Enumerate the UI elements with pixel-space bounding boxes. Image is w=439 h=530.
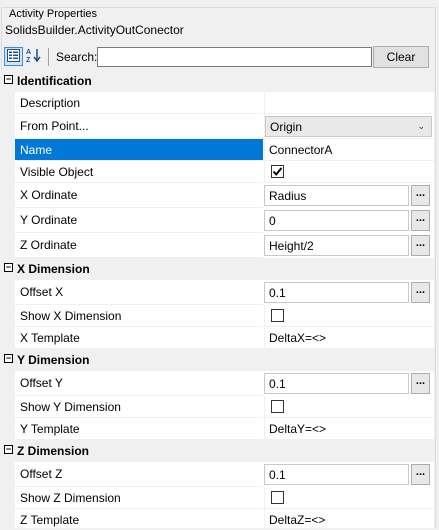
property-name: Z Ordinate [15, 233, 263, 258]
property-name: Y Template [15, 418, 263, 440]
z-ordinate-ellipsis-button[interactable]: ... [411, 235, 430, 256]
property-name: Show Z Dimension [15, 487, 263, 509]
property-name: Offset Z [15, 462, 263, 487]
show-y-dimension-checkbox[interactable] [271, 400, 284, 413]
property-row-description[interactable]: Description [1, 92, 434, 114]
property-row-offset-x[interactable]: Offset X 0.1 ... [1, 280, 434, 305]
property-name: Z Template [15, 509, 263, 528]
group-title: Activity Properties [7, 8, 100, 21]
selected-object-name: SolidsBuilder.ActivityOutConector [5, 23, 184, 37]
collapse-icon[interactable]: − [4, 75, 13, 84]
property-row-from-point[interactable]: From Point... Origin ⌄ [1, 114, 434, 139]
property-name: Show X Dimension [15, 305, 263, 327]
category-x-dimension[interactable]: − X Dimension [1, 258, 434, 280]
property-name: Offset Y [15, 371, 263, 396]
y-ordinate-field[interactable]: 0 [264, 210, 409, 231]
property-row-offset-y[interactable]: Offset Y 0.1 ... [1, 371, 434, 396]
svg-text:Z: Z [26, 57, 31, 63]
property-name: Name [15, 139, 263, 161]
categorized-view-button[interactable] [4, 47, 23, 66]
z-ordinate-field[interactable]: Height/2 [264, 235, 409, 256]
property-row-x-ordinate[interactable]: X Ordinate Radius ... [1, 183, 434, 208]
category-label: X Dimension [17, 262, 90, 276]
property-row-offset-z[interactable]: Offset Z 0.1 ... [1, 462, 434, 487]
checkmark-icon [272, 167, 283, 176]
property-value[interactable]: DeltaY=<> [264, 418, 434, 440]
property-value[interactable]: ConnectorA [264, 139, 434, 161]
offset-x-field[interactable]: 0.1 [264, 282, 409, 303]
property-name: X Ordinate [15, 183, 263, 208]
offset-y-field[interactable]: 0.1 [264, 373, 409, 394]
search-label: Search: [56, 50, 98, 64]
categorized-view-icon [7, 48, 20, 65]
x-ordinate-ellipsis-button[interactable]: ... [411, 185, 430, 206]
property-value[interactable] [264, 92, 434, 114]
offset-z-field[interactable]: 0.1 [264, 464, 409, 485]
property-row-visible-object[interactable]: Visible Object [1, 161, 434, 183]
offset-z-ellipsis-button[interactable]: ... [411, 464, 430, 485]
property-row-name[interactable]: Name ConnectorA [1, 139, 434, 161]
category-z-dimension[interactable]: − Z Dimension [1, 440, 434, 462]
property-name: Description [15, 92, 263, 114]
visible-object-checkbox[interactable] [271, 165, 284, 178]
svg-text:A: A [26, 49, 31, 56]
property-name: Show Y Dimension [15, 396, 263, 418]
property-name: Offset X [15, 280, 263, 305]
toolbar-separator [48, 48, 49, 66]
category-identification[interactable]: − Identification [1, 70, 434, 92]
search-input[interactable] [97, 47, 372, 67]
property-row-x-template[interactable]: X Template DeltaX=<> [1, 327, 434, 349]
show-z-dimension-checkbox[interactable] [271, 491, 284, 504]
property-name: Visible Object [15, 161, 263, 183]
offset-y-ellipsis-button[interactable]: ... [411, 373, 430, 394]
property-value[interactable]: DeltaZ=<> [264, 509, 434, 528]
chevron-down-icon: ⌄ [417, 121, 425, 131]
category-label: Y Dimension [17, 353, 90, 367]
property-row-y-ordinate[interactable]: Y Ordinate 0 ... [1, 208, 434, 233]
property-row-z-ordinate[interactable]: Z Ordinate Height/2 ... [1, 233, 434, 258]
collapse-icon[interactable]: − [4, 445, 13, 454]
property-row-z-template[interactable]: Z Template DeltaZ=<> [1, 509, 434, 528]
show-x-dimension-checkbox[interactable] [271, 309, 284, 322]
property-name: From Point... [15, 114, 263, 139]
property-name: Y Ordinate [15, 208, 263, 233]
from-point-dropdown[interactable]: Origin ⌄ [265, 116, 432, 137]
property-row-show-x-dimension[interactable]: Show X Dimension [1, 305, 434, 327]
dropdown-value: Origin [270, 119, 303, 134]
category-label: Z Dimension [17, 444, 90, 458]
alphabetical-sort-button[interactable]: A Z [24, 47, 43, 66]
category-y-dimension[interactable]: − Y Dimension [1, 349, 434, 371]
category-label: Identification [17, 74, 92, 88]
clear-button[interactable]: Clear [373, 46, 429, 68]
property-row-y-template[interactable]: Y Template DeltaY=<> [1, 418, 434, 440]
property-row-show-y-dimension[interactable]: Show Y Dimension [1, 396, 434, 418]
property-value[interactable]: DeltaX=<> [264, 327, 434, 349]
property-name: X Template [15, 327, 263, 349]
x-ordinate-field[interactable]: Radius [264, 185, 409, 206]
collapse-icon[interactable]: − [4, 263, 13, 272]
property-grid-toolbar: A Z Search: Clear [4, 46, 432, 68]
offset-x-ellipsis-button[interactable]: ... [411, 282, 430, 303]
collapse-icon[interactable]: − [4, 354, 13, 363]
y-ordinate-ellipsis-button[interactable]: ... [411, 210, 430, 231]
alphabetical-sort-icon: A Z [26, 47, 42, 66]
property-row-show-z-dimension[interactable]: Show Z Dimension [1, 487, 434, 509]
property-grid: − Identification Description From Point.… [1, 70, 434, 528]
